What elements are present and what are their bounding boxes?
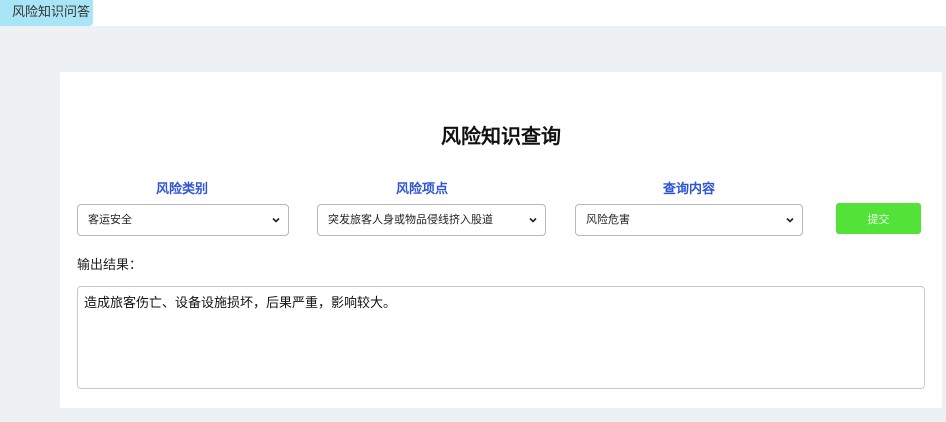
chevron-down-icon [529,216,537,224]
query-label: 查询内容 [662,182,715,197]
category-select[interactable]: 客运安全 [77,204,289,236]
submit-button[interactable]: 提交 [836,203,921,234]
query-value: 风险危害 [586,213,630,226]
chevron-down-icon [272,216,280,224]
output-textarea[interactable]: 造成旅客伤亡、设备设施损坏，后果严重，影响较大。 [77,286,925,389]
item-label: 风险项点 [395,182,448,197]
query-select[interactable]: 风险危害 [575,204,803,236]
output-label: 输出结果： [77,258,143,273]
output-text: 造成旅客伤亡、设备设施损坏，后果严重，影响较大。 [84,296,397,311]
item-select[interactable]: 突发旅客人身或物品侵线挤入股道 [317,204,546,236]
category-label: 风险类别 [155,182,208,197]
page-background: 风险知识查询 风险类别 客运安全 风险项点 突发旅客人身或物品侵线挤入股道 查询… [0,26,946,422]
tab-label: 风险知识问答 [12,5,91,20]
chevron-down-icon [786,216,794,224]
category-value: 客运安全 [88,213,132,226]
page-title: 风险知识查询 [441,124,561,148]
item-value: 突发旅客人身或物品侵线挤入股道 [328,213,493,226]
query-card: 风险知识查询 风险类别 客运安全 风险项点 突发旅客人身或物品侵线挤入股道 查询… [60,72,942,408]
tab-risk-qa[interactable]: 风险知识问答 [0,0,93,26]
